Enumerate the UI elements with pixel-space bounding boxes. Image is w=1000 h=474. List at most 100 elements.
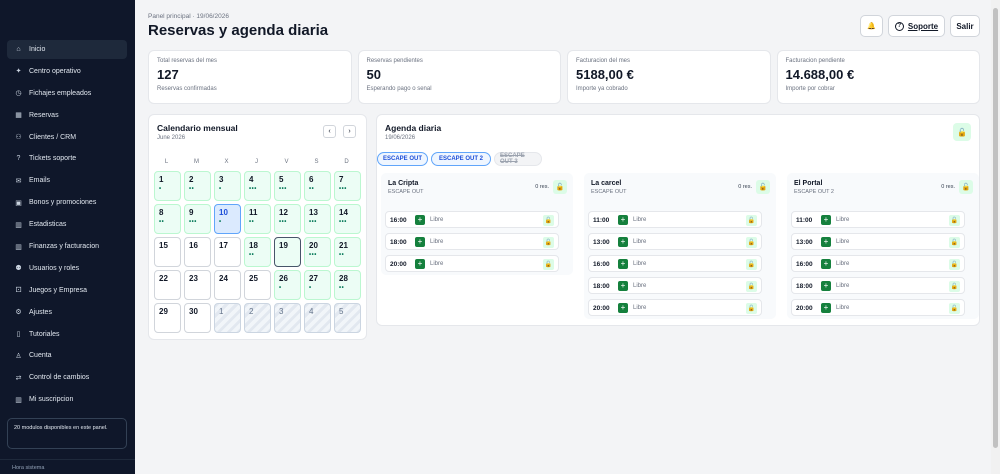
calendar-day[interactable]: 3 • bbox=[214, 171, 241, 201]
calendar-day[interactable]: 30 bbox=[184, 303, 211, 333]
calendar-day[interactable]: 21 •• bbox=[334, 237, 361, 267]
slot-lock-button[interactable]: 🔓 bbox=[949, 215, 960, 226]
add-reservation-button[interactable]: + bbox=[821, 215, 831, 225]
add-reservation-button[interactable]: + bbox=[618, 215, 628, 225]
calendar-day[interactable]: 12 ••• bbox=[274, 204, 301, 234]
time-slot[interactable]: 11:00 + Libre 🔓 bbox=[588, 211, 762, 228]
calendar-day[interactable]: 5 ••• bbox=[274, 171, 301, 201]
calendar-day[interactable]: 13 ••• bbox=[304, 204, 331, 234]
room-lock-button[interactable]: 🔓 bbox=[553, 180, 567, 194]
slot-lock-button[interactable]: 🔓 bbox=[949, 303, 960, 314]
calendar-day[interactable]: 25 bbox=[244, 270, 271, 300]
slot-lock-button[interactable]: 🔓 bbox=[746, 215, 757, 226]
calendar-day[interactable]: 16 bbox=[184, 237, 211, 267]
salir-button[interactable]: Salir bbox=[950, 15, 980, 37]
calendar-day[interactable]: 5 bbox=[334, 303, 361, 333]
calendar-next-button[interactable]: › bbox=[343, 125, 356, 138]
notifications-button[interactable]: 🔔 bbox=[860, 15, 883, 37]
time-slot[interactable]: 16:00 + Libre 🔓 bbox=[791, 255, 965, 272]
time-slot[interactable]: 20:00 + Libre 🔓 bbox=[791, 299, 965, 316]
soporte-button[interactable]: ? Soporte bbox=[888, 15, 945, 37]
calendar-day[interactable]: 11 •• bbox=[244, 204, 271, 234]
calendar-day[interactable]: 20 ••• bbox=[304, 237, 331, 267]
add-reservation-button[interactable]: + bbox=[415, 259, 425, 269]
calendar-day[interactable]: 23 bbox=[184, 270, 211, 300]
calendar-day[interactable]: 14 ••• bbox=[334, 204, 361, 234]
room-lock-button[interactable]: 🔓 bbox=[959, 180, 973, 194]
time-slot[interactable]: 11:00 + Libre 🔓 bbox=[791, 211, 965, 228]
agenda-lock-button[interactable]: 🔓 bbox=[953, 123, 971, 141]
add-reservation-button[interactable]: + bbox=[821, 237, 831, 247]
room-lock-button[interactable]: 🔓 bbox=[756, 180, 770, 194]
calendar-day[interactable]: 15 bbox=[154, 237, 181, 267]
sidebar-item-finanzas-y-facturacion[interactable]: ▥ Finanzas y facturacion bbox=[7, 237, 127, 256]
calendar-prev-button[interactable]: ‹ bbox=[323, 125, 336, 138]
sidebar-item-inicio[interactable]: ⌂ Inicio bbox=[7, 40, 127, 59]
sidebar-item-reservas[interactable]: ▦ Reservas bbox=[7, 106, 127, 125]
sidebar-item-ajustes[interactable]: ⚙ Ajustes bbox=[7, 303, 127, 322]
add-reservation-button[interactable]: + bbox=[821, 259, 831, 269]
calendar-day[interactable]: 22 bbox=[154, 270, 181, 300]
add-reservation-button[interactable]: + bbox=[821, 303, 831, 313]
calendar-day[interactable]: 29 bbox=[154, 303, 181, 333]
slot-lock-button[interactable]: 🔓 bbox=[746, 237, 757, 248]
slot-lock-button[interactable]: 🔓 bbox=[746, 259, 757, 270]
time-slot[interactable]: 20:00 + Libre 🔓 bbox=[385, 255, 559, 272]
add-reservation-button[interactable]: + bbox=[618, 259, 628, 269]
sidebar-item-tutoriales[interactable]: ▯ Tutoriales bbox=[7, 325, 127, 344]
time-slot[interactable]: 18:00 + Libre 🔓 bbox=[588, 277, 762, 294]
calendar-day[interactable]: 4 ••• bbox=[244, 171, 271, 201]
sidebar-item-centro-operativo[interactable]: ✦ Centro operativo bbox=[7, 62, 127, 81]
sidebar-item-clientes-crm[interactable]: ⚇ Clientes / CRM bbox=[7, 128, 127, 147]
calendar-day[interactable]: 28 •• bbox=[334, 270, 361, 300]
page-scrollbar[interactable] bbox=[991, 0, 1000, 474]
time-slot[interactable]: 13:00 + Libre 🔓 bbox=[588, 233, 762, 250]
slot-lock-button[interactable]: 🔓 bbox=[746, 303, 757, 314]
time-slot[interactable]: 16:00 + Libre 🔓 bbox=[385, 211, 559, 228]
calendar-day[interactable]: 4 bbox=[304, 303, 331, 333]
add-reservation-button[interactable]: + bbox=[415, 215, 425, 225]
scrollbar-thumb[interactable] bbox=[993, 8, 998, 448]
slot-lock-button[interactable]: 🔓 bbox=[949, 281, 960, 292]
sidebar-item-usuarios-y-roles[interactable]: ⚉ Usuarios y roles bbox=[7, 259, 127, 278]
slot-lock-button[interactable]: 🔓 bbox=[543, 215, 554, 226]
calendar-day[interactable]: 19 bbox=[274, 237, 301, 267]
calendar-day[interactable]: 6 •• bbox=[304, 171, 331, 201]
add-reservation-button[interactable]: + bbox=[618, 281, 628, 291]
sidebar-item-mi-suscripcion[interactable]: ▥ Mi suscripcion bbox=[7, 390, 127, 409]
calendar-day[interactable]: 18 •• bbox=[244, 237, 271, 267]
add-reservation-button[interactable]: + bbox=[618, 303, 628, 313]
slot-lock-button[interactable]: 🔓 bbox=[949, 237, 960, 248]
slot-lock-button[interactable]: 🔓 bbox=[543, 259, 554, 270]
time-slot[interactable]: 16:00 + Libre 🔓 bbox=[588, 255, 762, 272]
venue-filter-chip[interactable]: ESCAPE OUT bbox=[377, 152, 428, 166]
sidebar-item-cuenta[interactable]: ♙ Cuenta bbox=[7, 346, 127, 365]
calendar-day[interactable]: 9 ••• bbox=[184, 204, 211, 234]
sidebar-item-fichajes-empleados[interactable]: ◷ Fichajes empleados bbox=[7, 84, 127, 103]
calendar-day[interactable]: 2 •• bbox=[184, 171, 211, 201]
calendar-day[interactable]: 17 bbox=[214, 237, 241, 267]
calendar-day[interactable]: 8 •• bbox=[154, 204, 181, 234]
calendar-day[interactable]: 1 bbox=[214, 303, 241, 333]
slot-lock-button[interactable]: 🔓 bbox=[949, 259, 960, 270]
sidebar-item-control-de-cambios[interactable]: ⇄ Control de cambios bbox=[7, 368, 127, 387]
add-reservation-button[interactable]: + bbox=[821, 281, 831, 291]
calendar-day[interactable]: 1 • bbox=[154, 171, 181, 201]
add-reservation-button[interactable]: + bbox=[618, 237, 628, 247]
venue-filter-chip[interactable]: ESCAPE OUT 2 bbox=[431, 152, 491, 166]
time-slot[interactable]: 20:00 + Libre 🔓 bbox=[588, 299, 762, 316]
calendar-day[interactable]: 24 bbox=[214, 270, 241, 300]
sidebar-item-emails[interactable]: ✉ Emails bbox=[7, 171, 127, 190]
sidebar-item-tickets-soporte[interactable]: ? Tickets soporte bbox=[7, 149, 127, 168]
calendar-day[interactable]: 10 • bbox=[214, 204, 241, 234]
time-slot[interactable]: 13:00 + Libre 🔓 bbox=[791, 233, 965, 250]
calendar-day[interactable]: 7 ••• bbox=[334, 171, 361, 201]
calendar-day[interactable]: 27 • bbox=[304, 270, 331, 300]
slot-lock-button[interactable]: 🔓 bbox=[543, 237, 554, 248]
calendar-day[interactable]: 26 • bbox=[274, 270, 301, 300]
calendar-day[interactable]: 2 bbox=[244, 303, 271, 333]
venue-filter-chip[interactable]: ESCAPE OUT 3 bbox=[494, 152, 542, 166]
sidebar-item-bonos-y-promociones[interactable]: ▣ Bonos y promociones bbox=[7, 193, 127, 212]
add-reservation-button[interactable]: + bbox=[415, 237, 425, 247]
sidebar-item-estadisticas[interactable]: ▥ Estadisticas bbox=[7, 215, 127, 234]
